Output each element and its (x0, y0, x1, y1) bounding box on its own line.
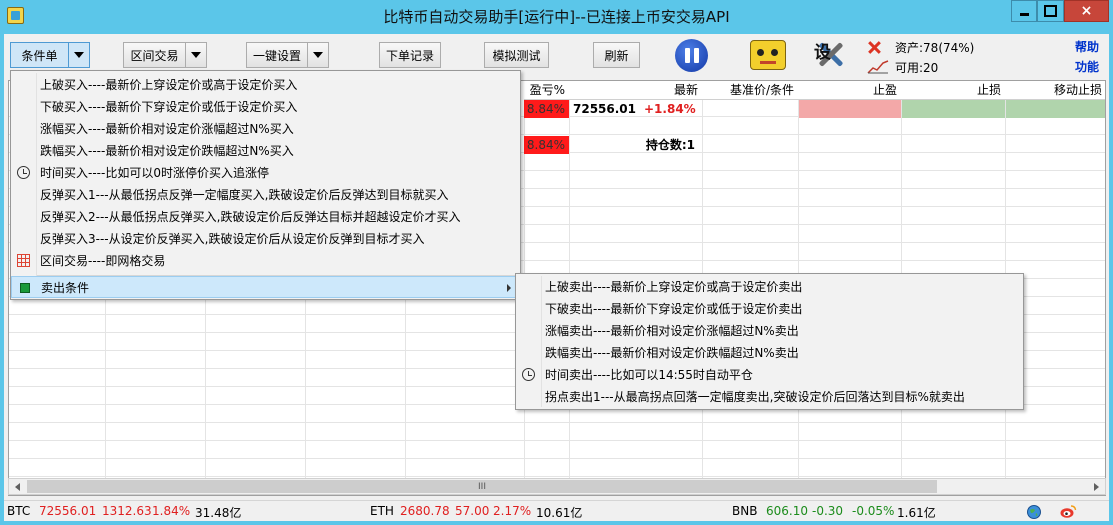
menu-range-trade[interactable]: 区间交易----即网格交易 (11, 250, 520, 272)
eth-symbol: ETH (370, 504, 394, 518)
menu-fall-pct-sell[interactable]: 跌幅卖出----最新价相对设定价跌幅超过N%卖出 (516, 342, 1023, 364)
menu-sell-conditions[interactable]: 卖出条件 (11, 276, 520, 298)
scroll-thumb[interactable]: III (27, 480, 937, 493)
eth-volume: 10.61亿 (536, 506, 583, 520)
header-latest[interactable]: 最新 (569, 81, 703, 100)
refresh-button[interactable]: 刷新 (593, 42, 640, 68)
available-value: 可用:20 (895, 61, 939, 75)
one-click-setup-button[interactable]: 一键设置 (246, 42, 308, 68)
menu-rebound-buy-3[interactable]: 反弹买入3---从设定价反弹买入,跌破设定价后从设定价反弹到目标才买入 (11, 228, 520, 250)
menu-rebound-buy-1[interactable]: 反弹买入1---从最低拐点反弹一定幅度买入,跌破设定价后反弹达到目标就买入 (11, 184, 520, 206)
bnb-symbol: BNB (732, 504, 758, 518)
window-title: 比特币自动交易助手[运行中]--已连接上币安交易API (383, 8, 730, 26)
row1-stop-loss-cell[interactable] (902, 100, 1005, 118)
help-link[interactable]: 帮助 (1075, 38, 1099, 55)
simulate-test-button[interactable]: 模拟测试 (484, 42, 549, 68)
menu-rise-pct-sell[interactable]: 涨幅卖出----最新价相对设定价涨幅超过N%卖出 (516, 320, 1023, 342)
app-window: 比特币自动交易助手[运行中]--已连接上币安交易API × 条件单 区间交易 一… (0, 0, 1113, 525)
bnb-pct: -0.05% (852, 504, 895, 518)
scroll-right-icon[interactable] (1088, 479, 1105, 494)
menu-breakout-sell[interactable]: 上破卖出----最新价上穿设定价或高于设定价卖出 (516, 276, 1023, 298)
horizontal-scrollbar[interactable]: III (8, 478, 1106, 495)
maximize-button[interactable] (1037, 0, 1064, 22)
header-take-profit[interactable]: 止盈 (798, 81, 902, 100)
row1-change: +1.84% (644, 102, 696, 116)
pause-icon[interactable] (675, 39, 708, 72)
weibo-icon[interactable] (1060, 504, 1077, 519)
assets-icon (867, 40, 881, 54)
menu-time-buy[interactable]: 时间买入----比如可以0时涨停价买入追涨停 (11, 162, 520, 184)
menu-time-buy-label: 时间买入----比如可以0时涨停价买入追涨停 (40, 166, 269, 180)
menu-time-sell[interactable]: 时间卖出----比如可以14:55时自动平仓 (516, 364, 1023, 386)
range-trade-dropdown[interactable] (185, 42, 207, 68)
btc-change: 1312.63 (102, 504, 152, 518)
row3-pnl: 8.84% (524, 136, 569, 154)
bnb-price: 606.10 (766, 504, 808, 518)
eth-pct: 2.17% (493, 504, 532, 518)
menu-pivot-sell-1[interactable]: 拐点卖出1---从最高拐点回落一定幅度卖出,突破设定价后回落达到目标%就卖出 (516, 386, 1023, 408)
menu-breakdown-sell[interactable]: 下破卖出----最新价下穿设定价或低于设定价卖出 (516, 298, 1023, 320)
condition-order-dropdown[interactable] (68, 42, 90, 68)
row1-take-profit-cell[interactable] (799, 100, 901, 118)
settings-glyph: 设 (814, 43, 831, 63)
globe-icon[interactable] (1026, 504, 1042, 520)
menu-breakout-buy[interactable]: 上破买入----最新价上穿设定价或高于设定价买入 (11, 74, 520, 96)
eth-price: 2680.78 (400, 504, 450, 518)
scroll-left-icon[interactable] (9, 479, 26, 494)
assets-value: 资产:78(74%) (895, 41, 975, 55)
functions-link[interactable]: 功能 (1075, 58, 1099, 75)
chart-trend-icon (867, 60, 889, 74)
status-bar: BTC 72556.01 1312.63 1.84% 31.48亿 ETH 26… (4, 500, 1109, 521)
row1-latest-price: 72556.01 (573, 102, 637, 116)
menu-rebound-buy-2[interactable]: 反弹买入2---从最低拐点反弹买入,跌破设定价后反弹达目标并超越设定价才买入 (11, 206, 520, 228)
btc-pct: 1.84% (152, 504, 191, 518)
sell-conditions-menu: 上破卖出----最新价上穿设定价或高于设定价卖出 下破卖出----最新价下穿设定… (515, 273, 1024, 410)
row1-pnl: 8.84% (524, 100, 569, 118)
menu-range-trade-label: 区间交易----即网格交易 (40, 254, 166, 268)
range-trade-button[interactable]: 区间交易 (123, 42, 186, 68)
menu-fall-pct-buy[interactable]: 跌幅买入----最新价相对设定价跌幅超过N%买入 (11, 140, 520, 162)
menu-sell-conditions-label: 卖出条件 (41, 281, 90, 295)
buy-conditions-menu: 上破买入----最新价上穿设定价或高于设定价买入 下破买入----最新价下穿设定… (10, 70, 521, 300)
green-square-icon (20, 283, 30, 293)
position-count: 持仓数:1 (645, 138, 695, 152)
menu-breakdown-buy[interactable]: 下破买入----最新价下穿设定价或低于设定价买入 (11, 96, 520, 118)
close-button[interactable]: × (1064, 0, 1109, 22)
grid-icon (17, 254, 30, 267)
btc-symbol: BTC (7, 504, 31, 518)
eth-change: 57.00 (455, 504, 490, 518)
bnb-change: -0.30 (812, 504, 844, 518)
clock-icon (17, 166, 30, 179)
header-pnl-pct[interactable]: 盈亏% (524, 81, 570, 100)
bnb-volume: 1.61亿 (897, 506, 936, 520)
robot-icon[interactable] (750, 40, 786, 70)
btc-volume: 31.48亿 (195, 506, 242, 520)
header-base-price[interactable]: 基准价/条件 (702, 81, 799, 100)
title-bar: 比特币自动交易助手[运行中]--已连接上币安交易API × (0, 0, 1113, 34)
condition-order-button[interactable]: 条件单 (10, 42, 69, 68)
row1-trailing-stop-cell[interactable] (1006, 100, 1105, 118)
header-stop-loss[interactable]: 止损 (901, 81, 1006, 100)
menu-rise-pct-buy[interactable]: 涨幅买入----最新价相对设定价涨幅超过N%买入 (11, 118, 520, 140)
menu-time-sell-label: 时间卖出----比如可以14:55时自动平仓 (545, 368, 753, 382)
btc-price: 72556.01 (39, 504, 97, 518)
header-trailing-stop[interactable]: 移动止损 (1005, 81, 1105, 100)
settings-tools-icon[interactable]: 设 (812, 38, 850, 72)
submenu-arrow-icon (507, 284, 511, 292)
one-click-setup-dropdown[interactable] (307, 42, 329, 68)
order-log-button[interactable]: 下单记录 (379, 42, 441, 68)
minimize-button[interactable] (1011, 0, 1037, 22)
clock-icon (522, 368, 535, 381)
